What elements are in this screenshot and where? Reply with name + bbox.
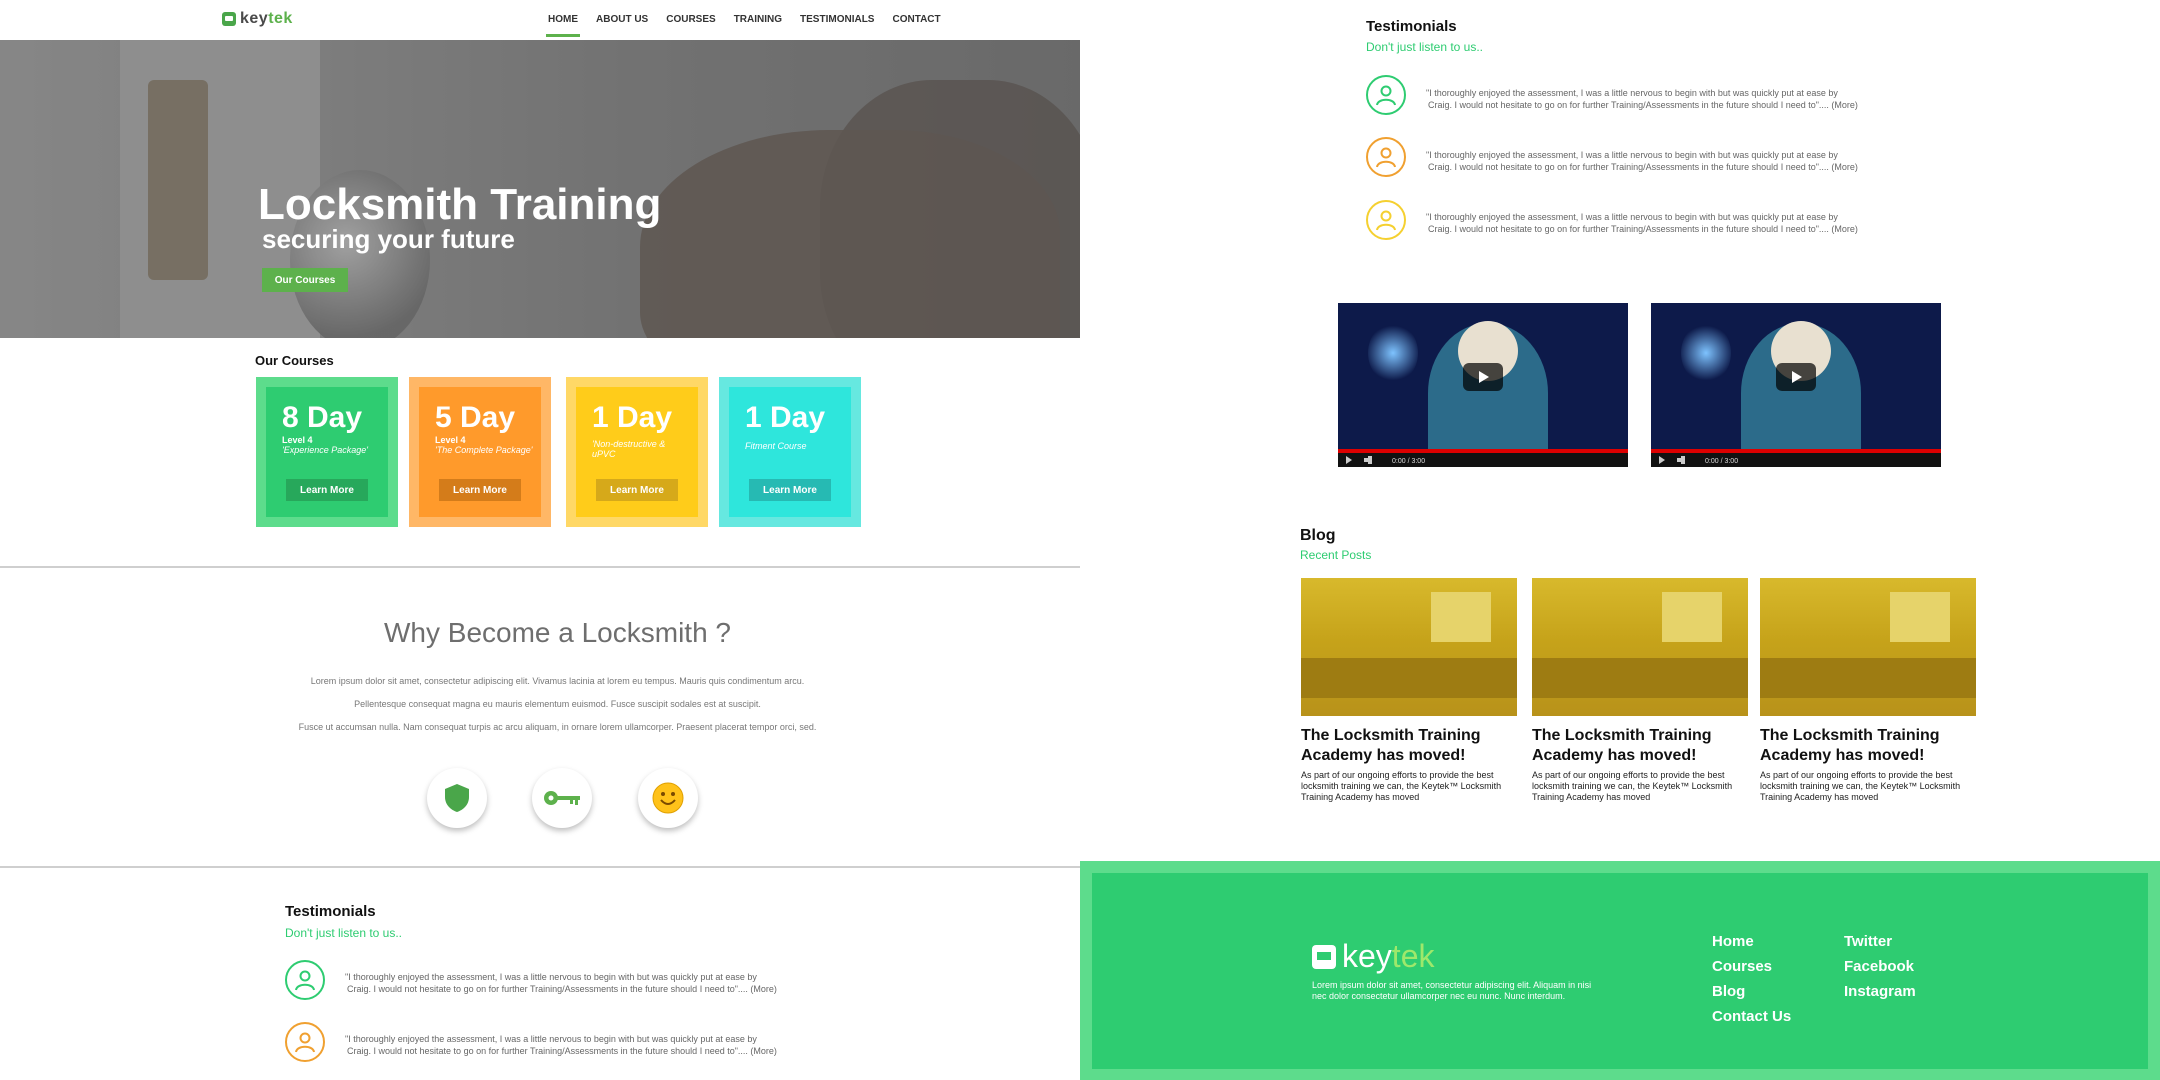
feature-keys — [532, 768, 592, 828]
testimonial-quote: "I thoroughly enjoyed the assessment, I … — [345, 972, 777, 994]
why-paragraph-line: Lorem ipsum dolor sit amet, consectetur … — [310, 676, 805, 686]
blog-post-heading[interactable]: The Locksmith Training Academy has moved… — [1532, 726, 1748, 766]
footer-link-twitter[interactable]: Twitter — [1844, 933, 1892, 950]
learn-more-button[interactable]: Learn More — [286, 479, 368, 501]
why-paragraph-line: Pellentesque consequat magna eu mauris e… — [354, 699, 761, 709]
courses-heading: Our Courses — [255, 353, 334, 368]
nav-home[interactable]: HOME — [546, 14, 580, 37]
play-button[interactable] — [1776, 363, 1816, 391]
testimonials-subtitle: Don't just listen to us.. — [285, 926, 403, 940]
blog-post-image[interactable] — [1301, 578, 1517, 716]
footer-link-contact-us[interactable]: Contact Us — [1712, 1008, 1791, 1025]
footer-link-courses[interactable]: Courses — [1712, 958, 1772, 975]
blog-post-excerpt: As part of our ongoing efforts to provid… — [1760, 770, 1961, 802]
why-paragraph-line: Fusce ut accumsan nulla. Nam consequat t… — [298, 722, 817, 732]
hero-banner: Locksmith Training securing your future … — [0, 40, 1080, 338]
testimonials-subtitle: Don't just listen to us.. — [1366, 40, 1484, 54]
user-avatar-icon — [1366, 75, 1406, 115]
blog-subtitle: Recent Posts — [1300, 548, 1372, 562]
play-button[interactable] — [1463, 363, 1503, 391]
nav-contact[interactable]: CONTACT — [892, 14, 940, 37]
footer-link-facebook[interactable]: Facebook — [1844, 958, 1914, 975]
key-icon — [544, 791, 580, 805]
homepage-top-half: keytek HOME ABOUT US COURSES TRAINING TE… — [0, 0, 1080, 1080]
blog-post-excerpt: As part of our ongoing efforts to provid… — [1532, 770, 1733, 802]
blog-post-heading[interactable]: The Locksmith Training Academy has moved… — [1760, 726, 1976, 766]
footer-logo[interactable]: keytek — [1312, 938, 1434, 975]
hero-subtitle: securing your future — [262, 224, 515, 254]
smiley-icon — [652, 782, 684, 814]
course-card-5-day[interactable]: 5 Day Level 4 'The Complete Package' Lea… — [409, 377, 551, 527]
course-card-8-day[interactable]: 8 Day Level 4 'Experience Package' Learn… — [256, 377, 398, 527]
blog-post-card[interactable]: The Locksmith Training Academy has moved… — [1532, 578, 1748, 803]
video-time: 0:00 / 3:00 — [1392, 458, 1426, 465]
user-avatar-icon — [1366, 200, 1406, 240]
homepage-bottom-half: Testimonials Don't just listen to us.. "… — [1080, 0, 2160, 1080]
video-controls — [1651, 453, 1941, 467]
video-controls — [1338, 453, 1628, 467]
play-icon — [1479, 371, 1489, 383]
learn-more-button[interactable]: Learn More — [596, 479, 678, 501]
video-player[interactable]: 0:00 / 3:00 — [1338, 303, 1628, 467]
course-card-1-day-upvc[interactable]: 1 Day 'Non-destructive & uPVC Learn More — [566, 377, 708, 527]
footer-link-home[interactable]: Home — [1712, 933, 1754, 950]
blog-post-image[interactable] — [1532, 578, 1748, 716]
testimonial-quote: "I thoroughly enjoyed the assessment, I … — [1426, 212, 1858, 234]
footer-description: Lorem ipsum dolor sit amet, consectetur … — [1312, 980, 1592, 1001]
keytek-logo[interactable]: keytek — [222, 10, 293, 28]
nav-about-us[interactable]: ABOUT US — [596, 14, 648, 37]
play-icon — [1792, 371, 1802, 383]
shield-icon — [445, 784, 469, 812]
feature-happy — [638, 768, 698, 828]
testimonials-title: Testimonials — [285, 903, 376, 920]
testimonial-quote: "I thoroughly enjoyed the assessment, I … — [1426, 150, 1858, 172]
learn-more-button[interactable]: Learn More — [439, 479, 521, 501]
blog-post-excerpt: As part of our ongoing efforts to provid… — [1301, 770, 1502, 802]
testimonial-quote: "I thoroughly enjoyed the assessment, I … — [1426, 88, 1858, 110]
user-avatar-icon — [285, 960, 325, 1000]
hero-title: Locksmith Training — [258, 180, 662, 229]
nav-courses[interactable]: COURSES — [666, 14, 715, 37]
player-controls-icon[interactable] — [1344, 453, 1384, 467]
nav-training[interactable]: TRAINING — [734, 14, 782, 37]
course-card-1-day-fitment[interactable]: 1 Day Fitment Course Learn More — [719, 377, 861, 527]
blog-post-heading[interactable]: The Locksmith Training Academy has moved… — [1301, 726, 1517, 766]
video-player[interactable]: 0:00 / 3:00 — [1651, 303, 1941, 467]
why-become-title: Why Become a Locksmith ? — [383, 617, 732, 648]
footer-link-blog[interactable]: Blog — [1712, 983, 1745, 1000]
blog-post-image[interactable] — [1760, 578, 1976, 716]
blog-post-card[interactable]: The Locksmith Training Academy has moved… — [1301, 578, 1517, 803]
player-controls-icon[interactable] — [1657, 453, 1697, 467]
user-avatar-icon — [1366, 137, 1406, 177]
section-divider — [0, 866, 1080, 868]
site-footer: keytek Lorem ipsum dolor sit amet, conse… — [1080, 861, 2160, 1080]
testimonials-title: Testimonials — [1366, 18, 1457, 35]
blog-title: Blog — [1300, 527, 1336, 544]
testimonial-quote: "I thoroughly enjoyed the assessment, I … — [345, 1034, 777, 1056]
nav-testimonials[interactable]: TESTIMONIALS — [800, 14, 874, 37]
video-time: 0:00 / 3:00 — [1705, 458, 1739, 465]
logo-mark-icon — [222, 12, 236, 26]
our-courses-button[interactable]: Our Courses — [262, 268, 348, 292]
blog-post-card[interactable]: The Locksmith Training Academy has moved… — [1760, 578, 1976, 803]
section-divider — [0, 566, 1080, 568]
learn-more-button[interactable]: Learn More — [749, 479, 831, 501]
feature-security — [427, 768, 487, 828]
top-navigation-bar: keytek HOME ABOUT US COURSES TRAINING TE… — [0, 0, 1080, 40]
main-menu: HOME ABOUT US COURSES TRAINING TESTIMONI… — [546, 14, 941, 37]
logo-mark-icon — [1312, 944, 1336, 969]
footer-link-instagram[interactable]: Instagram — [1844, 983, 1916, 1000]
user-avatar-icon — [285, 1022, 325, 1062]
